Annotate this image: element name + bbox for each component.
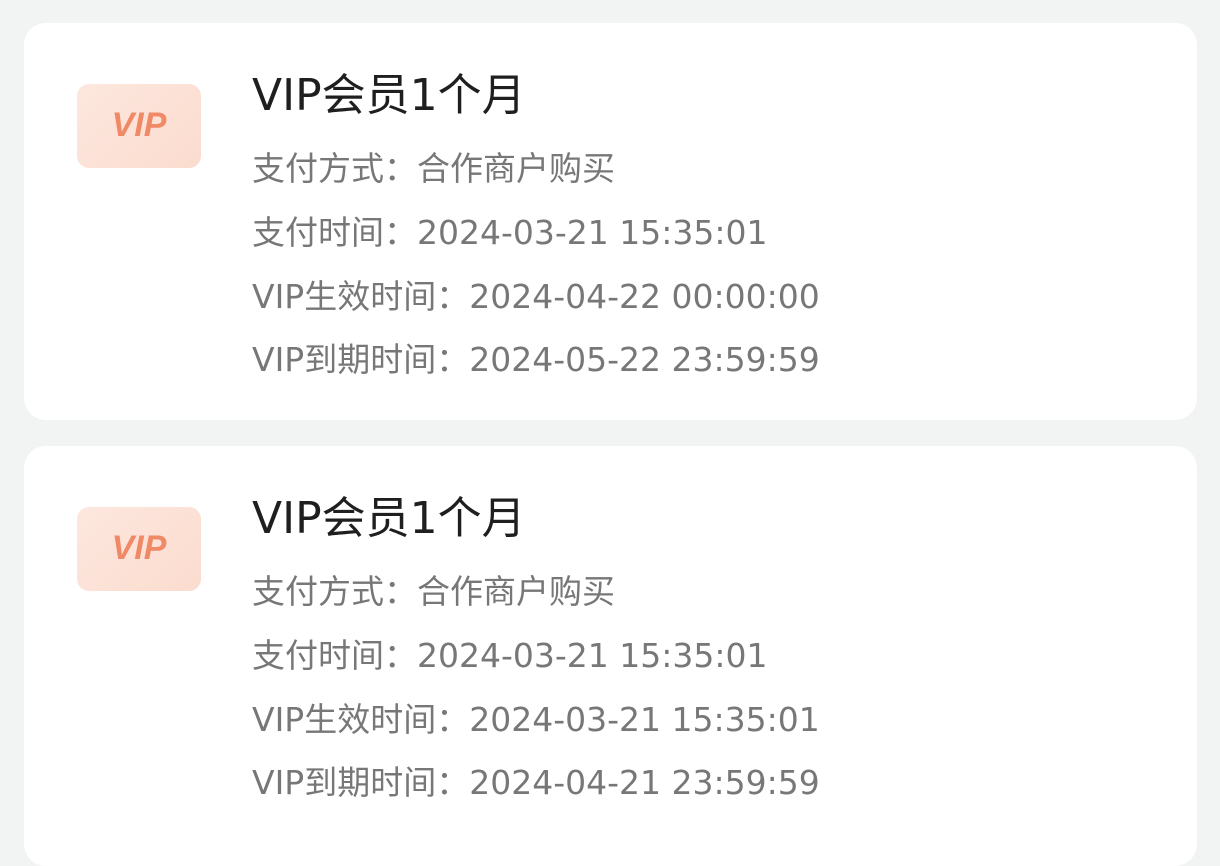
effective-time-label: VIP生效时间：	[252, 700, 470, 739]
record-title: VIP会员1个月	[252, 70, 526, 121]
effective-time-row: VIP生效时间：2024-03-21 15:35:01	[252, 699, 820, 741]
vip-record-card[interactable]: VIP VIP会员1个月 支付方式：合作商户购买 支付时间：2024-03-21…	[24, 23, 1197, 420]
pay-time-label: 支付时间：	[252, 636, 417, 675]
svg-text:VIP: VIP	[112, 106, 167, 144]
vip-icon: VIP	[77, 84, 201, 168]
expire-time-row: VIP到期时间：2024-05-22 23:59:59	[252, 339, 820, 381]
pay-method-row: 支付方式：合作商户购买	[252, 571, 615, 613]
pay-time-row: 支付时间：2024-03-21 15:35:01	[252, 212, 767, 254]
effective-time-value: 2024-03-21 15:35:01	[469, 700, 820, 739]
vip-badge-logo: VIP	[112, 106, 167, 144]
expire-time-value: 2024-05-22 23:59:59	[469, 340, 820, 379]
pay-time-value: 2024-03-21 15:35:01	[417, 636, 768, 675]
pay-time-row: 支付时间：2024-03-21 15:35:01	[252, 635, 767, 677]
pay-method-value: 合作商户购买	[417, 149, 615, 188]
pay-method-label: 支付方式：	[252, 149, 417, 188]
effective-time-label: VIP生效时间：	[252, 277, 470, 316]
vip-icon: VIP	[77, 507, 201, 591]
pay-method-label: 支付方式：	[252, 572, 417, 611]
expire-time-label: VIP到期时间：	[252, 763, 470, 802]
expire-time-row: VIP到期时间：2024-04-21 23:59:59	[252, 762, 820, 804]
effective-time-value: 2024-04-22 00:00:00	[469, 277, 820, 316]
expire-time-value: 2024-04-21 23:59:59	[469, 763, 820, 802]
vip-badge-logo: VIP	[112, 529, 167, 567]
expire-time-label: VIP到期时间：	[252, 340, 470, 379]
vip-record-card[interactable]: VIP VIP会员1个月 支付方式：合作商户购买 支付时间：2024-03-21…	[24, 446, 1197, 866]
svg-text:VIP: VIP	[112, 529, 167, 567]
effective-time-row: VIP生效时间：2024-04-22 00:00:00	[252, 276, 820, 318]
pay-method-row: 支付方式：合作商户购买	[252, 148, 615, 190]
pay-time-label: 支付时间：	[252, 213, 417, 252]
record-title: VIP会员1个月	[252, 493, 526, 544]
pay-method-value: 合作商户购买	[417, 572, 615, 611]
pay-time-value: 2024-03-21 15:35:01	[417, 213, 768, 252]
